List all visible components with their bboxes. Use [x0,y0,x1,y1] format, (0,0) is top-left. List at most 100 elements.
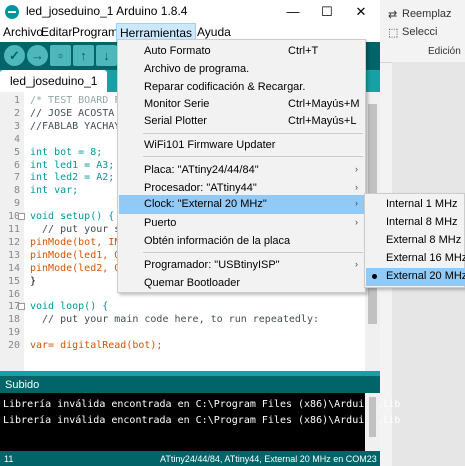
line-number: 12 [7,236,20,248]
console-output: Librería inválida encontrada en C:\Progr… [0,393,400,451]
select-icon: ⬚ [388,27,399,39]
chevron-right-icon: › [355,164,358,174]
clock-option[interactable]: External 8 MHz [366,232,465,250]
menu-item-clock[interactable]: Clock: "External 20 MHz" › [119,195,364,214]
menu-item-puerto[interactable]: Puerto › [119,214,364,233]
console-line: Librería inválida encontrada en C:\Progr… [3,399,401,410]
menu-item-label: Clock: "External 20 MHz" [144,198,267,210]
check-icon: ✓ [9,47,20,63]
line-number: 17 [7,301,20,313]
save-button[interactable]: ↓ [96,45,117,66]
clock-option[interactable]: External 16 MHz [366,250,465,268]
code-line: // put your se [30,224,127,235]
line-number: 1 [13,95,20,106]
line-number: 7 [13,172,20,184]
menu-item-placa[interactable]: Placa: "ATtiny24/44/84" › [119,161,364,180]
line-number: 3 [13,120,20,132]
menu-item-shortcut: Ctrl+Mayús+M [288,98,360,110]
close-button[interactable]: ✕ [344,0,378,23]
console-line: Librería inválida encontrada en C:\Progr… [3,415,401,426]
clock-option-label: Internal 8 MHz [386,216,458,228]
line-number: 19 [7,327,20,339]
console-scrollbar-thumb[interactable] [369,397,376,437]
verify-button[interactable]: ✓ [4,45,25,66]
menu-item-label: Serial Plotter [144,115,207,127]
menu-item-label: Puerto [144,217,177,229]
clock-submenu: Internal 1 MHz Internal 8 MHz External 8 M… [364,193,465,288]
line-number: 8 [13,185,20,197]
new-button[interactable]: ▫ [50,45,71,66]
maximize-icon: ☐ [321,3,333,19]
open-button[interactable]: ↑ [73,45,94,66]
herramientas-dropdown-menu: Auto Formato Ctrl+T Archivo de programa. Re… [117,39,366,293]
clock-option-label: External 8 MHz [386,234,462,246]
menu-item-label: Reparar codificación & Recargar. [144,81,306,93]
arrow-right-icon: → [31,48,44,63]
line-number: 10 [7,211,20,223]
line-number: 14 [7,262,20,274]
chevron-right-icon: › [355,182,358,192]
fold-toggle-icon[interactable] [18,213,25,221]
select-button[interactable]: Selecci [402,26,437,38]
line-number: 18 [7,314,20,326]
menu-item-label: Archivo de programa. [144,63,250,75]
menu-item-label: Programador: "USBtinyISP" [144,259,280,271]
menu-item-label: Monitor Serie [144,98,210,110]
code-line: // put your main code here, to run repea… [30,314,319,326]
line-number: 11 [7,224,20,235]
arrow-down-icon: ↓ [103,48,110,63]
menu-item-auto-formato[interactable]: Auto Formato Ctrl+T [119,42,364,61]
menu-item-serial-plotter[interactable]: Serial Plotter Ctrl+Mayús+L [119,112,364,131]
footer-line-number: 11 [4,454,14,464]
line-number: 16 [7,288,20,300]
code-line: pinMode(led1, OU [30,249,127,261]
menu-item-label: WiFi101 Firmware Updater [144,139,276,151]
tab-sketch[interactable]: led_joseduino_1 [0,70,108,92]
fold-toggle-icon[interactable] [18,303,25,311]
arrow-up-icon: ↑ [80,48,87,63]
code-line: void loop() { [30,301,109,313]
line-number: 20 [7,340,20,352]
new-file-icon: ▫ [58,48,63,63]
line-number: 2 [13,107,20,119]
menu-separator [143,252,363,253]
status-bar [0,376,380,393]
menu-separator [143,156,363,157]
line-number: 13 [7,249,20,261]
menu-item-quemar-bootloader[interactable]: Quemar Bootloader [119,274,364,293]
line-number: 4 [13,133,20,145]
status-text: Subido [5,379,40,391]
menu-item-label: Auto Formato [144,45,211,57]
menu-item-obten-informacion-placa[interactable]: Obtén información de la placa [119,232,364,251]
menu-item-label: Placa: "ATtiny24/44/84" [144,164,259,176]
code-line: int var; [30,185,79,197]
selected-radio-icon [372,274,377,279]
arduino-logo-icon [5,5,19,19]
code-line: pinMode(led2, OU [30,262,127,274]
clock-option[interactable]: Internal 1 MHz [366,196,465,214]
replace-button[interactable]: Reemplaz [402,8,452,20]
close-icon: ✕ [355,3,367,19]
line-number: 15 [7,275,20,287]
line-number: 9 [13,198,20,210]
chevron-right-icon: › [355,198,358,208]
menu-item-label: Procesador: "ATtiny44" [144,182,257,194]
menu-item-label: Obtén información de la placa [144,235,291,247]
replace-icon: ⇄ [388,9,398,21]
clock-option[interactable]: Internal 8 MHz [366,214,465,232]
clock-option-label: External 20 MHz [386,270,465,282]
minimize-button[interactable]: — [276,0,310,23]
menu-item-archivo-de-programa[interactable]: Archivo de programa. [119,60,364,79]
code-line: // JOSE ACOSTA [30,107,115,119]
maximize-button[interactable]: ☐ [310,0,344,23]
code-line: int led2 = A2; [30,172,115,184]
code-line: int bot = 8; [30,146,103,158]
line-number: 5 [13,146,20,158]
clock-option-label: Internal 1 MHz [386,198,458,210]
window-title: led_joseduino_1 Arduino 1.8.4 [26,4,188,18]
menu-item-shortcut: Ctrl+T [288,45,319,57]
menu-item-wifi101-updater[interactable]: WiFi101 Firmware Updater [119,136,364,155]
upload-button[interactable]: → [27,45,48,66]
menu-item-programador[interactable]: Programador: "USBtinyISP" › [119,256,364,275]
clock-option[interactable]: External 20 MHz [366,268,465,286]
